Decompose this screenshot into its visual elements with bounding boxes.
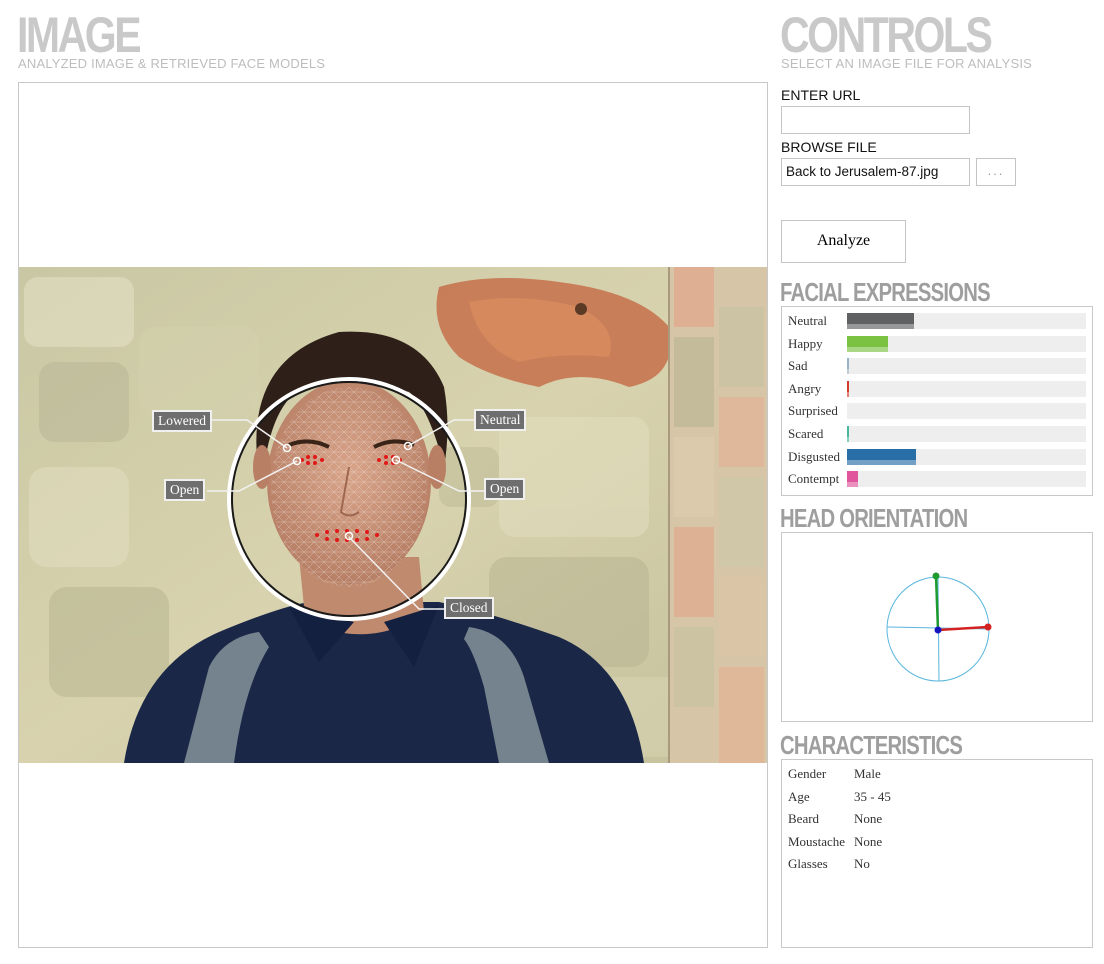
expression-bar-track	[847, 380, 1086, 397]
characteristic-key: Glasses	[788, 856, 828, 871]
characteristic-value: None	[854, 833, 883, 849]
expression-bar-fill	[847, 380, 849, 397]
expression-bar-track	[847, 471, 1086, 488]
expression-label: Sad	[788, 358, 808, 374]
mouth-callout: Closed	[444, 597, 494, 619]
analyzed-photo	[19, 267, 767, 763]
file-name-field[interactable]: Back to Jerusalem-87.jpg	[781, 158, 970, 186]
characteristic-key: Beard	[788, 811, 820, 826]
expression-bar-fill	[847, 448, 916, 465]
expression-bar-fill	[847, 358, 849, 375]
expression-row-contempt: Contempt	[788, 470, 1088, 488]
image-section-title: IMAGE	[17, 7, 142, 63]
characteristic-value: 35 - 45	[854, 788, 891, 804]
expression-bar-fill	[847, 335, 888, 352]
facial-expressions-title: FACIAL EXPRESSIONS	[780, 277, 991, 307]
url-input[interactable]	[781, 106, 970, 134]
expression-row-neutral: Neutral	[788, 312, 1088, 330]
expression-bar-track	[847, 426, 1086, 442]
expression-label: Surprised	[788, 403, 838, 419]
url-label: ENTER URL	[781, 87, 861, 103]
expression-row-scared: Scared	[788, 425, 1088, 443]
expression-label: Angry	[788, 380, 822, 396]
expression-label: Happy	[788, 335, 823, 351]
right-eye-callout: Open	[484, 478, 526, 500]
orientation-center-dot	[934, 626, 942, 634]
expression-label: Contempt	[788, 471, 840, 487]
characteristic-value: No	[854, 856, 870, 871]
characteristic-value: None	[854, 811, 883, 826]
expression-bar-fill	[847, 426, 849, 442]
characteristics-panel: Gender Male Age 35 - 45 Beard None Moustache No…	[781, 759, 1093, 948]
expression-bar-fill	[847, 471, 858, 488]
expression-row-angry: Angry	[788, 380, 1088, 398]
expression-bar-track	[847, 448, 1086, 465]
characteristic-key: Moustache	[788, 833, 846, 849]
head-orientation-panel	[781, 532, 1093, 722]
facial-expressions-panel: Neutral Happy Sad Angry Surprised Scared Disgu…	[781, 306, 1093, 496]
browse-file-label: BROWSE FILE	[781, 139, 877, 155]
characteristics-title: CHARACTERISTICS	[780, 730, 963, 760]
expression-row-happy: Happy	[788, 335, 1088, 353]
expression-label: Neutral	[788, 313, 827, 328]
expression-label: Disgusted	[788, 448, 840, 464]
analyze-button[interactable]: Analyze	[781, 220, 906, 263]
head-orientation-title: HEAD ORIENTATION	[780, 503, 968, 533]
left-eye-callout: Open	[164, 479, 206, 501]
head-orientation-gizmo	[886, 572, 992, 682]
characteristic-key: Gender	[788, 766, 827, 781]
expression-bar-fill	[847, 313, 914, 329]
expression-row-sad: Sad	[788, 357, 1088, 375]
expression-label: Scared	[788, 426, 824, 441]
orientation-side-tip	[984, 623, 992, 631]
orientation-up-tip	[932, 572, 940, 580]
right-brow-callout: Neutral	[474, 409, 527, 431]
characteristic-key: Age	[788, 788, 810, 804]
expression-bar-track	[847, 403, 1086, 420]
controls-section-title: CONTROLS	[780, 7, 993, 63]
image-section-subtitle: ANALYZED IMAGE & RETRIEVED FACE MODELS	[18, 56, 326, 71]
browse-button[interactable]: ...	[976, 158, 1016, 186]
expression-bar-track	[847, 358, 1086, 375]
expression-row-disgusted: Disgusted	[788, 448, 1088, 466]
characteristic-value: Male	[854, 766, 881, 781]
expression-bar-track	[847, 335, 1086, 352]
expression-bar-track	[847, 313, 1086, 329]
expression-row-surprised: Surprised	[788, 402, 1088, 420]
orientation-side-axis	[937, 625, 989, 632]
controls-section-subtitle: SELECT AN IMAGE FILE FOR ANALYSIS	[781, 56, 1033, 71]
left-brow-callout: Lowered	[152, 410, 212, 432]
